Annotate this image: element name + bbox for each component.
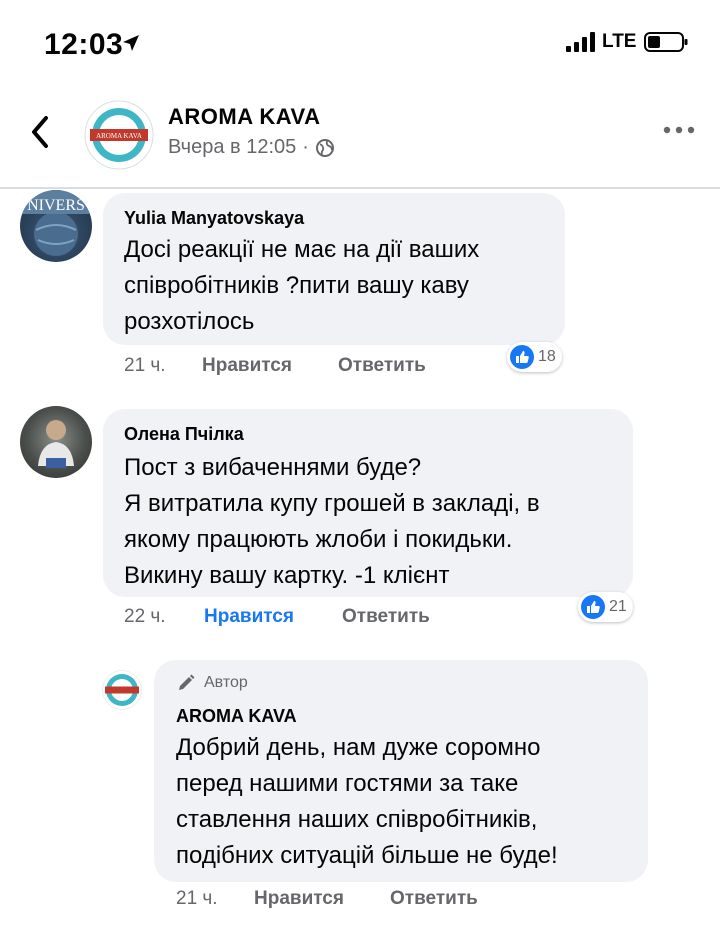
avatar[interactable] [20,406,92,478]
comment-author[interactable]: Yulia Manyatovskaya [124,208,304,229]
avatar-photo-icon [38,420,74,468]
comment-text: Пост з вибаченнями буде? Я витратила куп… [124,450,540,594]
comment-line: розхотілось [124,308,255,335]
post-time[interactable]: Вчера в 12:05 [168,136,296,159]
comment-author[interactable]: Олена Пчілка [124,424,244,445]
comment-line: Досі реакції не має на дії ваших [124,236,480,263]
comment-time[interactable]: 21 ч. [124,355,202,377]
reaction-number: 18 [538,348,556,365]
page-avatar[interactable]: AROMA KAVA [84,100,154,170]
comment-text: Досі реакції не має на дії ваших співроб… [124,232,479,340]
back-arrow-icon[interactable] [26,112,56,152]
like-reaction-icon [581,595,605,619]
reply-line: ставлення наших співробітників, [176,806,538,833]
author-badge-label: Автор [204,674,248,691]
comment-actions: 21 ч. Нравится Ответить [124,355,426,377]
comment-line: Я витратила купу грошей в закладі, в [124,490,540,517]
like-button[interactable]: Нравится [204,606,342,628]
battery-icon [644,32,688,52]
reaction-count[interactable]: 21 [578,592,633,622]
reply-text: Добрий день, нам дуже соромно перед наши… [176,730,558,874]
like-button[interactable]: Нравится [254,888,390,910]
status-bar: 12:03 LTE [0,0,720,90]
reaction-number: 21 [609,598,627,615]
reply-author[interactable]: AROMA KAVA [176,706,297,727]
avatar[interactable] [102,670,142,710]
author-badge: Автор [176,673,248,693]
reply-line: подібних ситуацій більше не буде! [176,842,558,869]
reply-time[interactable]: 21 ч. [176,888,254,910]
status-time: 12:03 [44,28,124,61]
reply-button[interactable]: Ответить [342,606,430,628]
more-options-icon[interactable] [662,124,696,136]
comment-line: співробітників ?пити вашу каву [124,272,469,299]
post-meta: Вчера в 12:05 · [168,136,335,159]
reply-button[interactable]: Ответить [390,888,478,910]
comment-line: якому працюють жлоби і покидьки. [124,526,513,553]
like-button[interactable]: Нравится [202,355,338,377]
carrier-label: LTE [602,31,637,52]
reply-actions: 21 ч. Нравится Ответить [176,888,478,910]
reaction-count[interactable]: 18 [507,342,562,372]
page-avatar-text: AROMA KAVA [96,132,142,140]
reply-button[interactable]: Ответить [338,355,426,377]
comment-line: Викину вашу картку. -1 клієнт [124,562,450,589]
cellular-signal-icon [566,32,595,52]
globe-icon [315,138,334,157]
meta-separator: · [302,136,309,158]
reply-line: Добрий день, нам дуже соромно [176,734,541,761]
comment-actions: 22 ч. Нравится Ответить [124,606,430,628]
like-reaction-icon [510,345,534,369]
avatar-text: NIVERS [27,197,85,214]
avatar-globe-icon: NIVERS [20,190,92,256]
comment-line: Пост з вибаченнями буде? [124,454,422,481]
location-arrow-icon [123,35,139,51]
avatar[interactable]: NIVERS [20,190,92,262]
comment-time[interactable]: 22 ч. [124,606,204,628]
page-name[interactable]: AROMA KAVA [168,104,320,130]
reply-line: перед нашими гостями за таке [176,770,519,797]
pencil-icon [179,674,195,690]
post-header: AROMA KAVA AROMA KAVA Вчера в 12:05 · [0,92,720,186]
header-divider [0,187,720,189]
